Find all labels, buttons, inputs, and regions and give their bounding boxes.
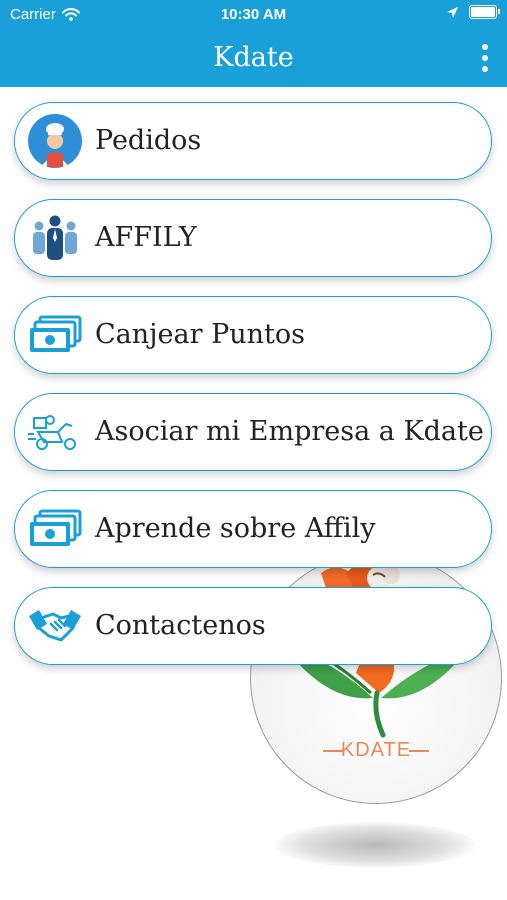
location-arrow-icon <box>447 6 458 18</box>
status-time: 10:30 AM <box>220 6 287 23</box>
people-group-icon <box>27 210 83 266</box>
menu-item-aprende-affily[interactable]: Aprende sobre Affily <box>14 490 492 568</box>
nav-bar: Kdate <box>0 30 507 87</box>
logo-shadow <box>275 822 475 868</box>
menu-item-pedidos[interactable]: Pedidos <box>14 102 492 180</box>
menu-item-label: Contactenos <box>95 610 266 641</box>
menu-item-asociar-empresa[interactable]: Asociar mi Empresa a Kdate <box>14 393 492 471</box>
chef-avatar-icon <box>27 113 83 169</box>
menu-item-label: Canjear Puntos <box>95 319 305 350</box>
status-bar: Carrier 10:30 AM <box>0 0 507 30</box>
menu-item-label: Pedidos <box>95 125 202 156</box>
menu-item-canjear-puntos[interactable]: Canjear Puntos <box>14 296 492 374</box>
menu-item-label: Aprende sobre Affily <box>95 513 376 544</box>
logo-text: KDATE <box>340 739 412 761</box>
status-right <box>446 5 500 19</box>
menu-item-label: AFFILY <box>95 222 197 253</box>
handshake-icon <box>27 598 83 654</box>
money-stack-icon <box>27 307 83 363</box>
nav-title: Kdate <box>213 42 294 73</box>
menu-item-affily[interactable]: AFFILY <box>14 199 492 277</box>
battery-icon <box>469 5 500 19</box>
money-stack-icon <box>27 501 83 557</box>
delivery-scooter-icon <box>27 404 83 460</box>
menu-item-contactenos[interactable]: Contactenos <box>14 587 492 665</box>
more-options-icon[interactable] <box>479 44 491 72</box>
menu-item-label: Asociar mi Empresa a Kdate <box>95 416 484 447</box>
